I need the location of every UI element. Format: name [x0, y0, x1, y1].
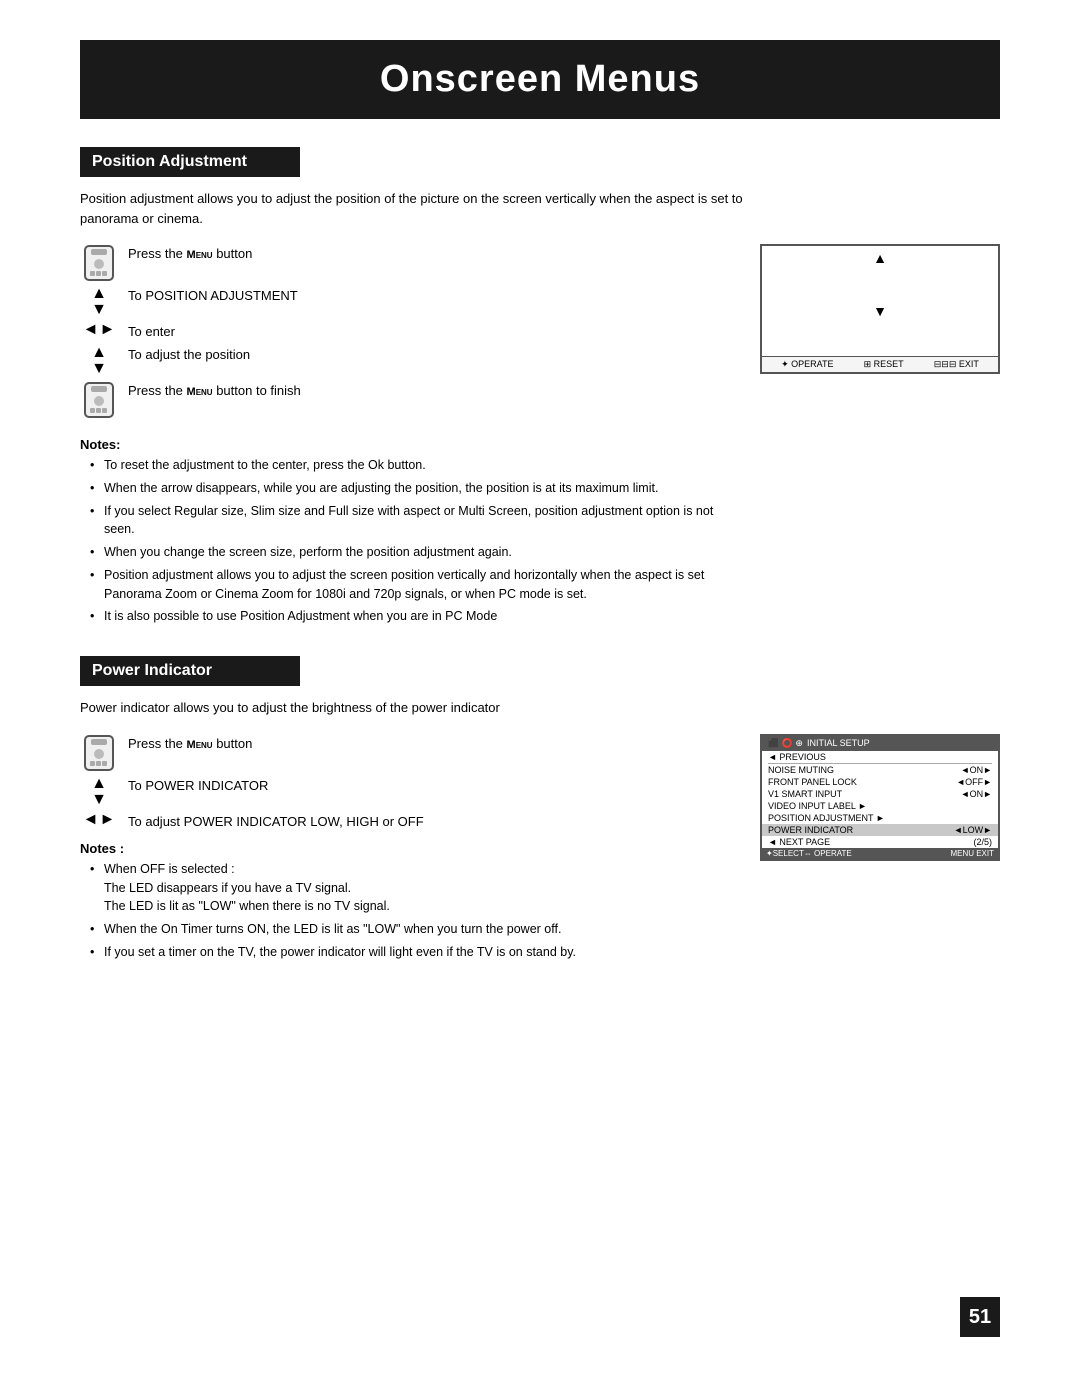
position-note-4: When you change the screen size, perform…: [90, 543, 720, 562]
power-indicator-header: Power Indicator: [80, 656, 300, 686]
power-note-1: When OFF is selected :The LED disappears…: [90, 860, 720, 916]
power-menu-screen: ⬛ ⭕ ⊕ INITIAL SETUP ◄ PREVIOUS NOISE MUT…: [760, 734, 1000, 861]
arrow-updown-icon-2: ▲ ▼: [80, 345, 118, 377]
menu-select-operate: ✦SELECT⇔ OPERATE: [766, 849, 852, 858]
remote-icon-2: [80, 381, 118, 419]
instruction-row-2: ▲ ▼ To POSITION ADJUSTMENT: [80, 286, 730, 318]
power-instruction-text-3: To adjust POWER INDICATOR LOW, HIGH or O…: [128, 812, 424, 831]
position-note-5: Position adjustment allows you to adjust…: [90, 566, 720, 604]
screen-reset-label: ⊞ RESET: [864, 359, 904, 370]
position-adjustment-section: Position Adjustment Position adjustment …: [80, 147, 1000, 626]
position-note-6: It is also possible to use Position Adju…: [90, 607, 720, 626]
title-banner: Onscreen Menus: [80, 40, 1000, 119]
menu-next-page: ◄ NEXT PAGE (2/5): [762, 836, 998, 848]
power-notes: Notes : When OFF is selected :The LED di…: [80, 841, 720, 962]
menu-screen-title: ⬛ ⭕ ⊕ INITIAL SETUP: [762, 736, 998, 751]
menu-title-icons: ⬛ ⭕ ⊕: [768, 738, 803, 749]
power-instruction-row-2: ▲ ▼ To POWER INDICATOR: [80, 776, 730, 808]
position-note-1: To reset the adjustment to the center, p…: [90, 456, 720, 475]
position-adjustment-header: Position Adjustment: [80, 147, 300, 177]
menu-v1-smart-input: V1 SMART INPUT ◄ON►: [762, 788, 998, 800]
power-arrow-updown: ▲ ▼: [80, 776, 118, 808]
page-number: 51: [960, 1297, 1000, 1337]
position-notes: Notes: To reset the adjustment to the ce…: [80, 437, 720, 626]
menu-front-panel-lock: FRONT PANEL LOCK ◄OFF►: [762, 776, 998, 788]
menu-position-adjustment: POSITION ADJUSTMENT ►: [762, 812, 998, 824]
menu-video-input-label: VIDEO INPUT LABEL ►: [762, 800, 998, 812]
power-instruction-row-1: Press the Menu button: [80, 734, 730, 772]
power-remote-icon: [80, 734, 118, 772]
power-instruction-row-3: ◄ ► To adjust POWER INDICATOR LOW, HIGH …: [80, 812, 730, 831]
position-screen-preview: ▲ ▼ ✦ OPERATE ⊞ RESET ⊟⊟⊟ EXIT: [760, 244, 1000, 374]
screen-up-arrow: ▲: [873, 250, 887, 266]
screen-down-arrow: ▼: [873, 303, 887, 319]
menu-exit: MENU EXIT: [950, 849, 994, 858]
menu-bottom-bar: ✦SELECT⇔ OPERATE MENU EXIT: [762, 848, 998, 859]
instruction-text-1: Press the Menu button: [128, 244, 252, 263]
instruction-row-5: Press the Menu button to finish: [80, 381, 730, 419]
position-note-3: If you select Regular size, Slim size an…: [90, 502, 720, 540]
menu-title-text: INITIAL SETUP: [807, 738, 870, 748]
position-notes-list: To reset the adjustment to the center, p…: [80, 456, 720, 626]
power-instructions-area: Press the Menu button ▲ ▼ To POWER INDIC…: [80, 734, 1000, 970]
screen-operate-label: ✦ OPERATE: [781, 359, 833, 370]
instruction-row-3: ◄ ► To enter: [80, 322, 730, 341]
instruction-row-1: Press the Menu button: [80, 244, 730, 282]
position-instructions-list: Press the Menu button ▲ ▼ To POSITION AD…: [80, 244, 730, 423]
arrow-updown-icon-1: ▲ ▼: [80, 286, 118, 318]
remote-icon-1: [80, 244, 118, 282]
position-notes-title: Notes:: [80, 437, 720, 452]
menu-previous: ◄ PREVIOUS: [762, 751, 998, 763]
power-indicator-section: Power Indicator Power indicator allows y…: [80, 656, 1000, 969]
position-note-2: When the arrow disappears, while you are…: [90, 479, 720, 498]
power-note-3: If you set a timer on the TV, the power …: [90, 943, 720, 962]
position-adjustment-intro: Position adjustment allows you to adjust…: [80, 189, 760, 228]
instruction-text-3: To enter: [128, 322, 175, 341]
screen-bottom-bar: ✦ OPERATE ⊞ RESET ⊟⊟⊟ EXIT: [762, 356, 998, 372]
instruction-text-5: Press the Menu button to finish: [128, 381, 301, 400]
instruction-text-4: To adjust the position: [128, 345, 250, 364]
power-notes-title: Notes :: [80, 841, 720, 856]
screen-exit-label: ⊟⊟⊟ EXIT: [934, 359, 979, 370]
power-indicator-intro: Power indicator allows you to adjust the…: [80, 698, 760, 718]
instruction-row-4: ▲ ▼ To adjust the position: [80, 345, 730, 377]
power-arrow-leftright: ◄ ►: [80, 812, 118, 828]
arrow-leftright-icon-1: ◄ ►: [80, 322, 118, 338]
position-instructions-area: Press the Menu button ▲ ▼ To POSITION AD…: [80, 244, 1000, 423]
power-instruction-text-1: Press the Menu button: [128, 734, 252, 753]
page-title: Onscreen Menus: [80, 58, 1000, 101]
menu-power-indicator: POWER INDICATOR ◄LOW►: [762, 824, 998, 836]
menu-noise-muting: NOISE MUTING ◄ON►: [762, 764, 998, 776]
page-container: Onscreen Menus Position Adjustment Posit…: [0, 0, 1080, 1397]
power-instruction-text-2: To POWER INDICATOR: [128, 776, 268, 795]
power-instructions-list: Press the Menu button ▲ ▼ To POWER INDIC…: [80, 734, 730, 970]
power-notes-list: When OFF is selected :The LED disappears…: [80, 860, 720, 962]
power-note-2: When the On Timer turns ON, the LED is l…: [90, 920, 720, 939]
instruction-text-2: To POSITION ADJUSTMENT: [128, 286, 298, 305]
